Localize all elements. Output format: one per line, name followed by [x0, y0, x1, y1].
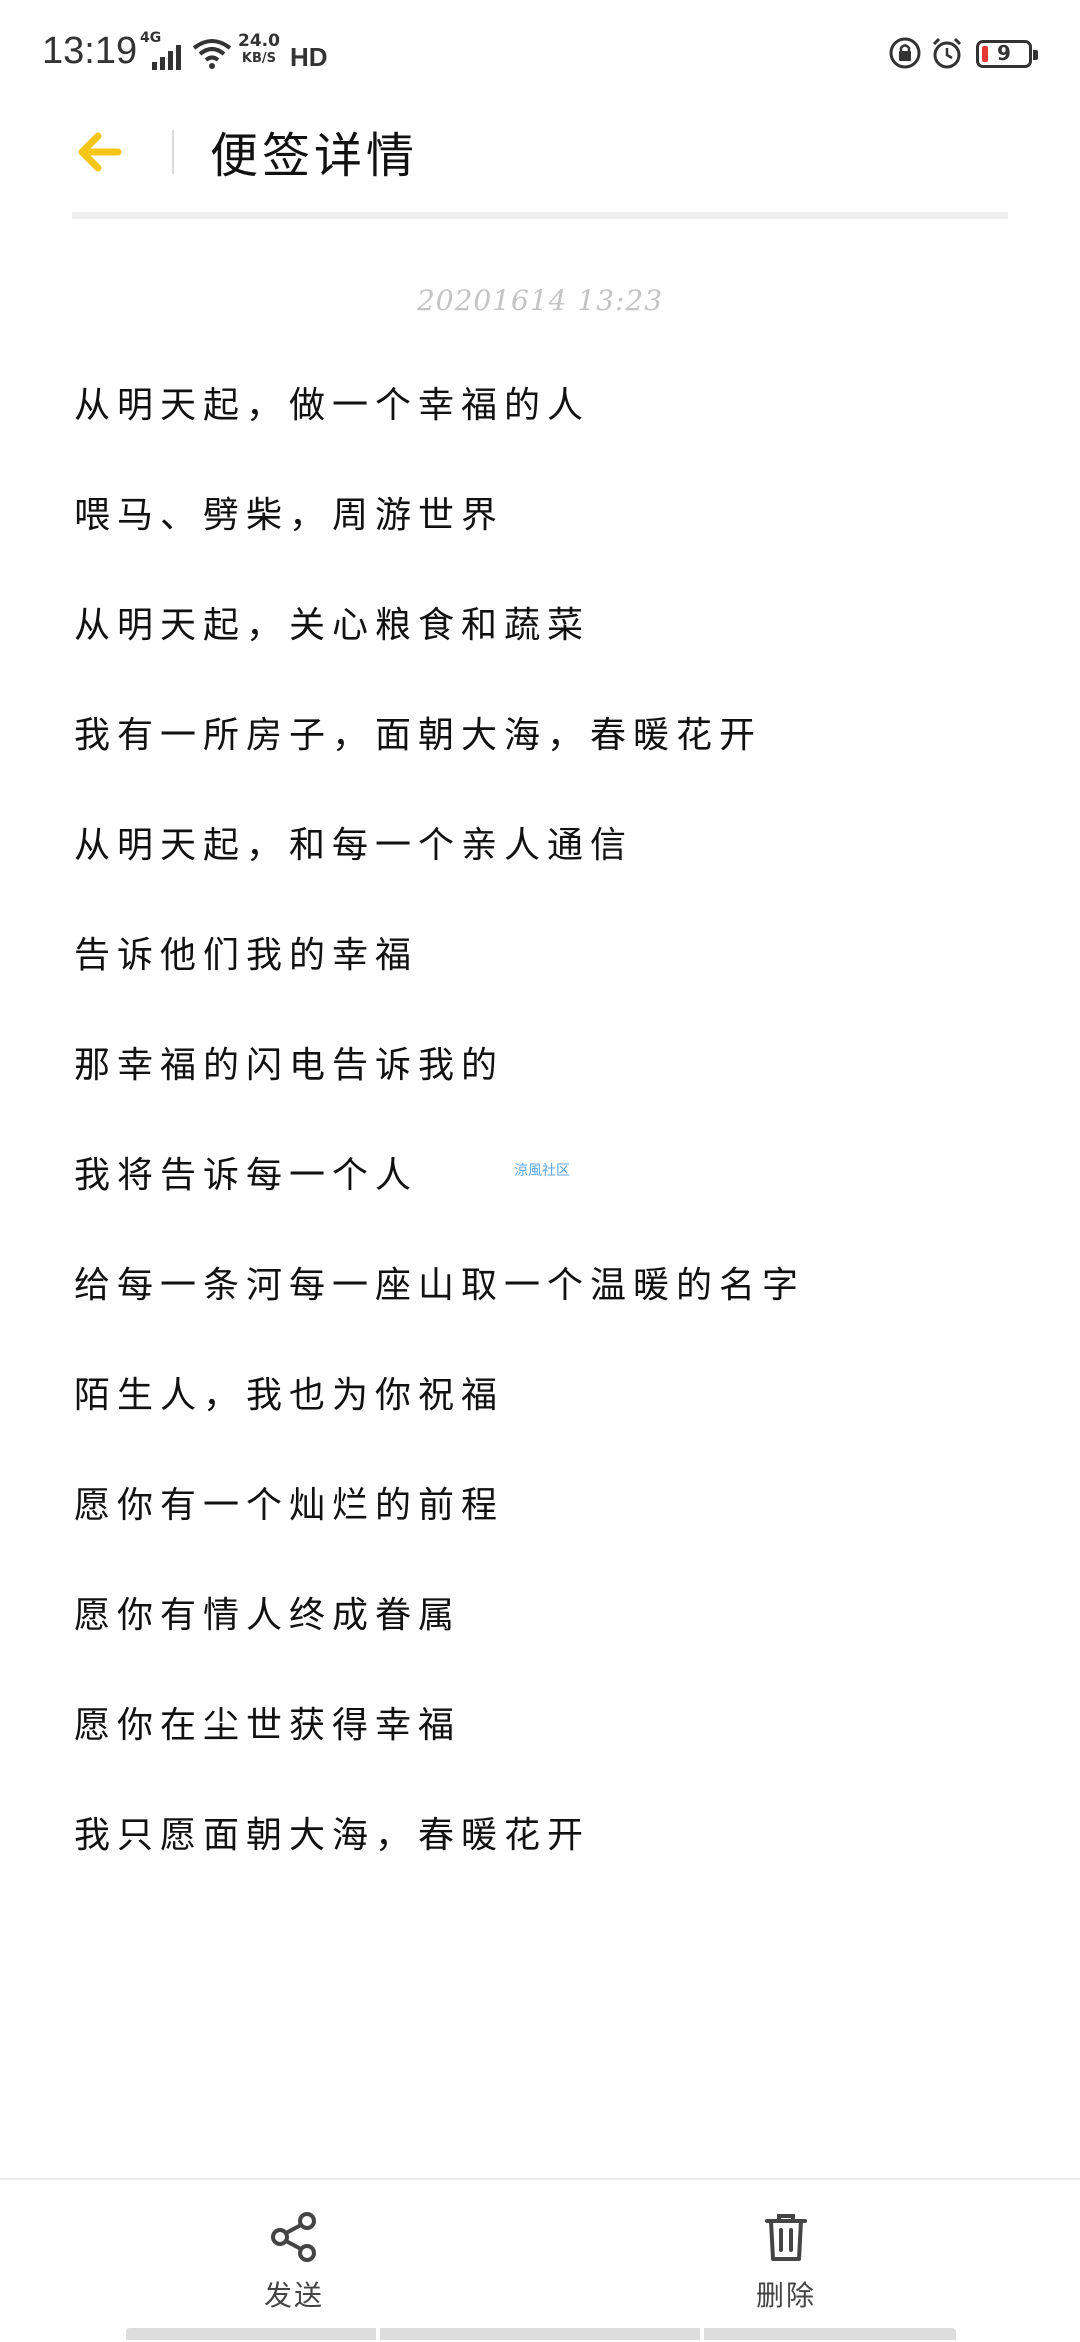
status-bar: 13:19 4G 24.0 KB/S HD 9	[0, 0, 1080, 110]
speed-unit: KB/S	[241, 51, 277, 66]
back-button[interactable]	[70, 116, 140, 186]
note-line: 我有一所房子，面朝大海，春暖花开	[74, 715, 763, 756]
share-icon	[271, 2212, 316, 2262]
note-line: 愿你有情人终成眷属	[74, 1595, 462, 1636]
note-line: 从明天起，和每一个亲人通信	[74, 825, 634, 866]
watermark: 涼風社区	[514, 1163, 570, 1179]
battery-tip	[1033, 50, 1038, 60]
gesture-bar-separator	[376, 2328, 380, 2340]
arrow-left-icon	[78, 132, 122, 172]
rotation-lock-icon	[889, 37, 921, 69]
send-button[interactable]: 发送	[214, 2210, 374, 2312]
note-line: 愿你在尘世获得幸福	[74, 1705, 462, 1746]
note-body[interactable]: 从明天起，做一个幸福的人 喂马、劈柴，周游世界 从明天起，关心粮食和蔬菜 我有一…	[74, 376, 1014, 1916]
note-line: 我只愿面朝大海，春暖花开	[74, 1815, 591, 1856]
page-title: 便签详情	[210, 128, 419, 184]
speed-value: 24.0	[238, 31, 280, 51]
delete-button[interactable]: 删除	[706, 2210, 866, 2312]
battery-icon: 9	[976, 40, 1038, 68]
signal-icon	[152, 45, 181, 70]
note-line: 那幸福的闪电告诉我的	[74, 1045, 505, 1086]
note-date: 20201614 13:23	[416, 284, 664, 317]
battery-level: 9	[997, 41, 1011, 65]
status-time: 13:19	[42, 30, 138, 72]
gesture-bar-separator	[700, 2328, 704, 2340]
alarm-icon	[932, 37, 962, 69]
note-line: 从明天起，做一个幸福的人	[74, 385, 591, 426]
note-line: 告诉他们我的幸福	[74, 935, 419, 976]
send-label: 发送	[263, 2279, 324, 2312]
trash-icon	[765, 2214, 807, 2261]
app-header: 便签详情	[0, 110, 1080, 220]
note-line: 愿你有一个灿烂的前程	[74, 1485, 505, 1526]
network-speed: 24.0 KB/S	[238, 32, 280, 68]
navigation-gesture-bar[interactable]	[126, 2328, 956, 2340]
note-line: 陌生人，我也为你祝福	[74, 1375, 505, 1416]
note-line: 给每一条河每一座山取一个温暖的名字	[74, 1265, 806, 1306]
bottom-action-bar: 发送 删除	[0, 2178, 1080, 2342]
header-divider	[172, 130, 174, 174]
note-line: 从明天起，关心粮食和蔬菜	[74, 605, 591, 646]
delete-label: 删除	[755, 2279, 816, 2312]
hd-indicator: HD	[290, 42, 328, 72]
header-rule	[72, 212, 1008, 219]
wifi-icon	[192, 39, 232, 69]
note-line: 喂马、劈柴，周游世界	[74, 495, 505, 536]
